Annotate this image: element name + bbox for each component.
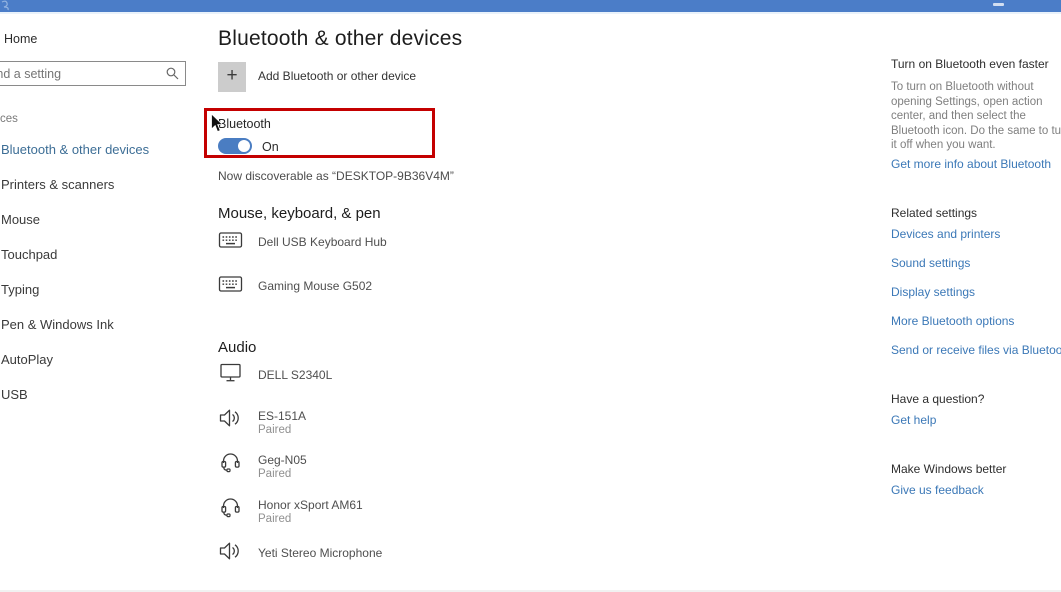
link-more-bluetooth-options[interactable]: More Bluetooth options bbox=[891, 314, 1014, 328]
device-row-yeti-microphone[interactable]: Yeti Stereo Microphone bbox=[218, 540, 578, 578]
device-status: Paired bbox=[258, 468, 291, 480]
sidebar-item-printers[interactable]: Printers & scanners bbox=[1, 177, 114, 192]
device-name: Gaming Mouse G502 bbox=[258, 279, 372, 293]
device-row-geg-n05[interactable]: Geg-N05 Paired bbox=[218, 451, 578, 489]
search-box bbox=[0, 61, 186, 86]
device-name: Honor xSport AM61 bbox=[258, 498, 363, 512]
device-status: Paired bbox=[258, 424, 291, 436]
link-send-receive-files[interactable]: Send or receive files via Bluetooth bbox=[891, 343, 1061, 357]
link-get-help[interactable]: Get help bbox=[891, 413, 936, 427]
headset-icon bbox=[218, 451, 244, 473]
sidebar-section-devices: Devices bbox=[0, 113, 18, 125]
section-heading-mouse-keyboard-pen: Mouse, keyboard, & pen bbox=[218, 205, 381, 222]
search-icon[interactable] bbox=[166, 67, 179, 80]
titlebar-text-fragment bbox=[0, 0, 10, 11]
make-windows-better-title: Make Windows better bbox=[891, 462, 1006, 476]
titlebar-button-fragment[interactable] bbox=[993, 3, 1004, 6]
device-status: Paired bbox=[258, 513, 291, 525]
headset-icon bbox=[218, 496, 244, 518]
link-sound-settings[interactable]: Sound settings bbox=[891, 256, 970, 270]
device-row-dell-monitor[interactable]: DELL S2340L bbox=[218, 362, 578, 400]
keyboard-icon bbox=[218, 229, 244, 251]
monitor-icon bbox=[218, 362, 244, 384]
section-heading-audio: Audio bbox=[218, 339, 256, 356]
link-devices-and-printers[interactable]: Devices and printers bbox=[891, 227, 1000, 241]
device-row-dell-keyboard[interactable]: Dell USB Keyboard Hub bbox=[218, 229, 578, 267]
device-row-es151a[interactable]: ES-151A Paired bbox=[218, 407, 578, 445]
settings-window: Home Devices Bluetooth & other devices P… bbox=[0, 0, 1061, 592]
device-row-honor-xsport[interactable]: Honor xSport AM61 Paired bbox=[218, 496, 578, 534]
tip-body-text: To turn on Bluetooth without opening Set… bbox=[891, 80, 1061, 153]
add-device-label[interactable]: Add Bluetooth or other device bbox=[258, 69, 416, 83]
discoverable-status-text: Now discoverable as “DESKTOP-9B36V4M” bbox=[218, 169, 454, 183]
sidebar-item-pen[interactable]: Pen & Windows Ink bbox=[1, 317, 114, 332]
device-name: DELL S2340L bbox=[258, 368, 332, 382]
have-a-question-title: Have a question? bbox=[891, 392, 984, 406]
device-name: ES-151A bbox=[258, 409, 306, 423]
sidebar-item-home[interactable]: Home bbox=[4, 32, 37, 46]
device-name: Yeti Stereo Microphone bbox=[258, 546, 382, 560]
sidebar-item-mouse[interactable]: Mouse bbox=[1, 212, 40, 227]
window-titlebar[interactable] bbox=[0, 0, 1061, 12]
sidebar-item-typing[interactable]: Typing bbox=[1, 282, 39, 297]
page-title: Bluetooth & other devices bbox=[218, 27, 462, 51]
speaker-icon bbox=[218, 540, 244, 562]
device-name: Dell USB Keyboard Hub bbox=[258, 235, 387, 249]
toggle-knob bbox=[238, 140, 250, 152]
sidebar-item-usb[interactable]: USB bbox=[1, 387, 28, 402]
bluetooth-toggle[interactable] bbox=[218, 138, 252, 154]
add-device-button[interactable]: + bbox=[218, 62, 246, 92]
tip-title: Turn on Bluetooth even faster bbox=[891, 57, 1049, 71]
keyboard-icon bbox=[218, 273, 244, 295]
device-row-gaming-mouse[interactable]: Gaming Mouse G502 bbox=[218, 273, 578, 311]
sidebar-item-bluetooth[interactable]: Bluetooth & other devices bbox=[1, 142, 149, 157]
link-display-settings[interactable]: Display settings bbox=[891, 285, 975, 299]
bluetooth-toggle-state: On bbox=[262, 140, 279, 154]
speaker-icon bbox=[218, 407, 244, 429]
sidebar-item-autoplay[interactable]: AutoPlay bbox=[1, 352, 53, 367]
bluetooth-toggle-label: Bluetooth bbox=[218, 117, 271, 131]
device-name: Geg-N05 bbox=[258, 453, 307, 467]
link-more-info-bluetooth[interactable]: Get more info about Bluetooth bbox=[891, 157, 1051, 171]
search-input[interactable] bbox=[0, 62, 164, 85]
plus-icon: + bbox=[226, 65, 237, 86]
sidebar-item-touchpad[interactable]: Touchpad bbox=[1, 247, 57, 262]
link-give-feedback[interactable]: Give us feedback bbox=[891, 483, 984, 497]
related-settings-title: Related settings bbox=[891, 206, 977, 220]
titlebar-divider bbox=[0, 12, 1061, 14]
